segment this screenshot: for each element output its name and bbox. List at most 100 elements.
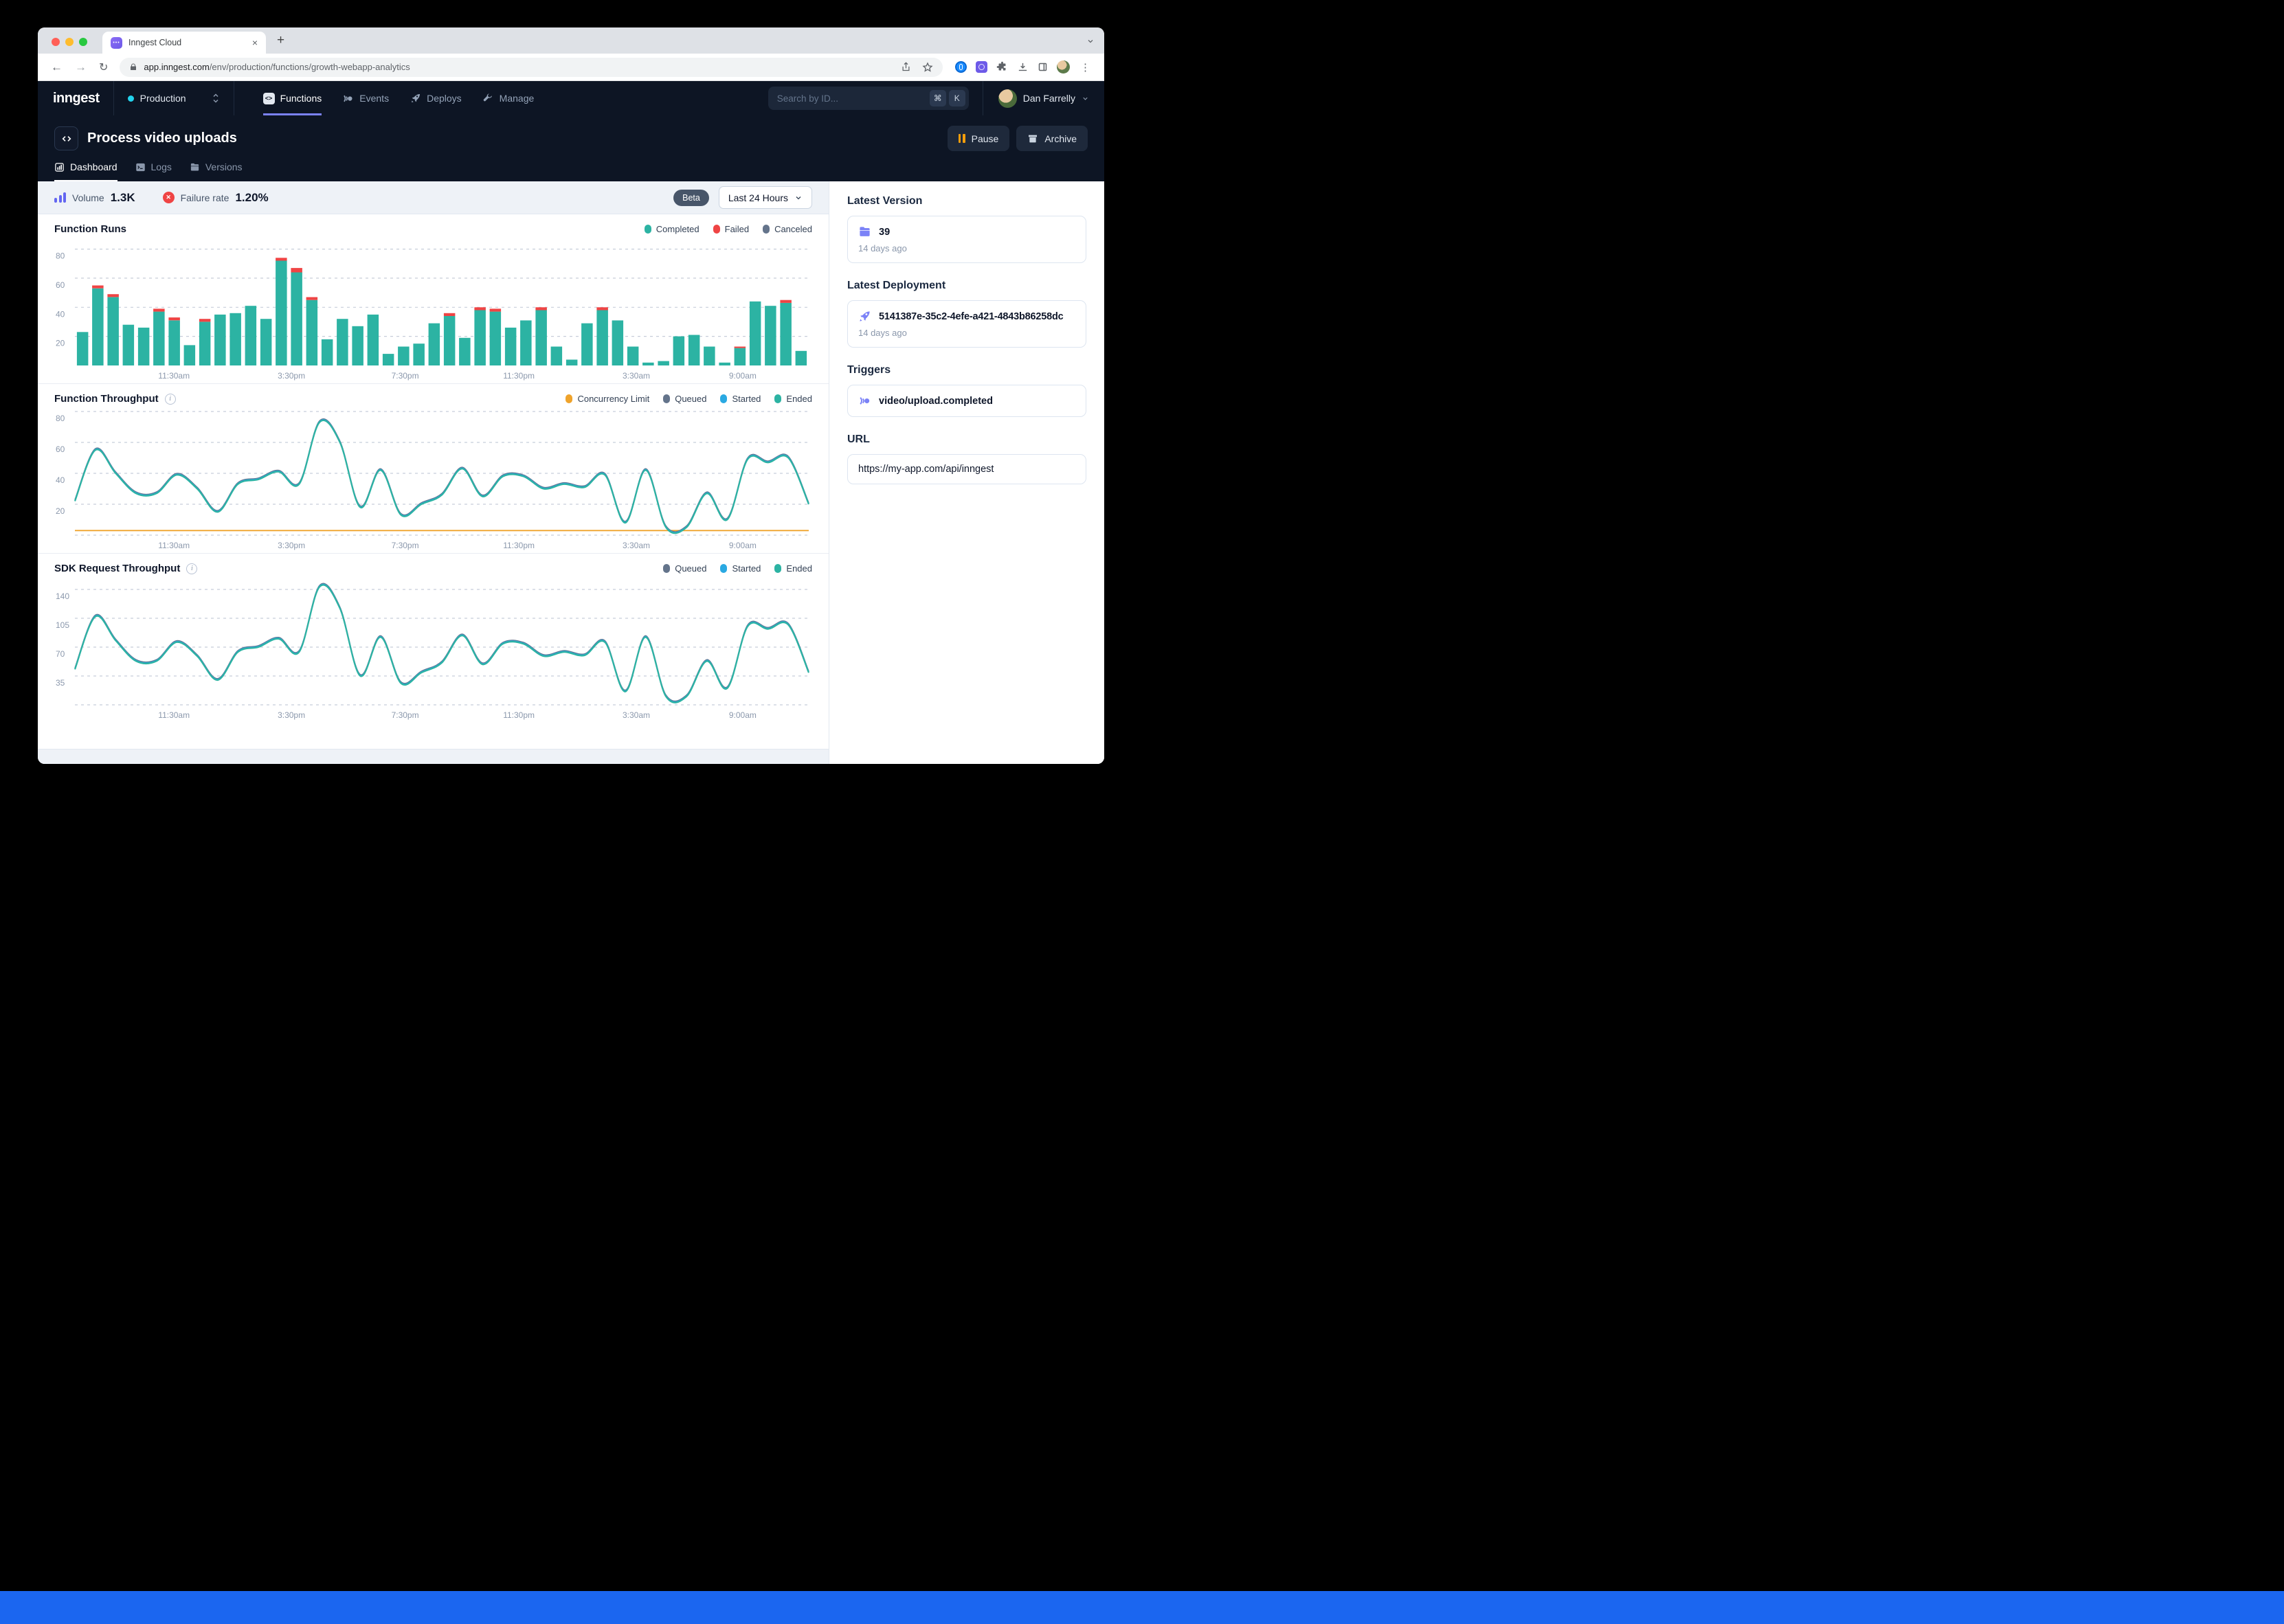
address-bar[interactable]: app.inngest.com/env/production/functions… — [120, 58, 943, 77]
folder-icon — [858, 225, 871, 238]
legend-ended: Ended — [774, 394, 812, 404]
svg-text:60: 60 — [56, 444, 65, 454]
tab-search-chevron-icon[interactable] — [1086, 37, 1095, 45]
back-icon[interactable]: ← — [46, 60, 67, 74]
svg-text:9:00am: 9:00am — [729, 541, 757, 550]
time-range-selector[interactable]: Last 24 Hours — [719, 186, 812, 209]
user-menu[interactable]: Dan Farrelly — [983, 81, 1104, 115]
browser-tab[interactable]: ••• Inngest Cloud × — [102, 32, 266, 54]
function-runs-chart: Function Runs CompletedFailedCanceled 20… — [38, 214, 829, 383]
sidebar-toggle-icon[interactable] — [1038, 62, 1048, 72]
browser-window: ••• Inngest Cloud × + ← → ↻ app.inngest.… — [38, 27, 1104, 764]
function-url: https://my-app.com/api/inngest — [858, 464, 994, 475]
legend-started: Started — [720, 563, 761, 574]
svg-text:35: 35 — [56, 678, 65, 688]
svg-text:11:30pm: 11:30pm — [503, 541, 535, 550]
volume-stat: Volume 1.3K — [54, 191, 135, 205]
tab-versions[interactable]: Versions — [190, 161, 243, 181]
latest-deployment-heading: Latest Deployment — [847, 280, 1086, 292]
user-menu-chevron-icon — [1082, 95, 1089, 102]
function-header: Process video uploads Pause Archive Dash… — [38, 115, 1104, 181]
k-key: K — [949, 90, 965, 106]
sdk-throughput-line-chart[interactable]: 357010514011:30am3:30pm7:30pm11:30pm3:30… — [54, 576, 813, 721]
latest-version-card[interactable]: 39 14 days ago — [847, 216, 1086, 263]
environment-selector[interactable]: Production — [128, 93, 220, 104]
legend-ended: Ended — [774, 563, 812, 574]
reload-icon[interactable]: ↻ — [94, 60, 113, 74]
beta-badge: Beta — [673, 190, 709, 206]
svg-text:11:30am: 11:30am — [158, 371, 190, 381]
pause-icon — [959, 134, 965, 143]
svg-text:3:30am: 3:30am — [623, 371, 650, 381]
svg-text:3:30pm: 3:30pm — [278, 371, 305, 381]
nav-item-events[interactable]: Events — [342, 81, 389, 115]
legend-canceled: Canceled — [763, 224, 812, 234]
search-placeholder: Search by ID... — [777, 93, 927, 104]
events-icon — [342, 93, 354, 104]
stats-bar: Volume 1.3K ✕ Failure rate 1.20% Beta La… — [38, 181, 829, 214]
nav-item-manage[interactable]: Manage — [482, 81, 535, 115]
svg-text:70: 70 — [56, 649, 65, 659]
svg-text:40: 40 — [56, 475, 65, 485]
svg-text:3:30pm: 3:30pm — [278, 541, 305, 550]
legend-queued: Queued — [663, 563, 706, 574]
close-window-button[interactable] — [52, 38, 60, 46]
download-icon[interactable] — [1017, 61, 1029, 73]
share-icon[interactable] — [901, 62, 911, 72]
function-throughput-chart: Function Throughput i Concurrency Limit Q… — [38, 383, 829, 553]
tab-close-icon[interactable]: × — [251, 36, 259, 49]
bookmark-star-icon[interactable] — [922, 62, 933, 73]
chart-title: Function Runs — [54, 223, 126, 235]
minimize-window-button[interactable] — [65, 38, 74, 46]
browser-menu-icon[interactable]: ⋮ — [1079, 61, 1090, 74]
latest-version-heading: Latest Version — [847, 195, 1086, 207]
legend-queued: Queued — [663, 394, 706, 404]
tab-title: Inngest Cloud — [128, 38, 245, 47]
latest-deployment-value: 5141387e-35c2-4efe-a421-4843b86258dc — [879, 311, 1064, 322]
legend-completed: Completed — [645, 224, 699, 234]
legend-started: Started — [720, 394, 761, 404]
info-icon[interactable]: i — [165, 394, 176, 405]
range-chevron-icon — [794, 194, 803, 202]
next-section-strip — [38, 749, 829, 764]
svg-text:3:30am: 3:30am — [623, 541, 650, 550]
info-icon[interactable]: i — [186, 563, 197, 574]
cmd-key: ⌘ — [930, 90, 946, 106]
forward-icon[interactable]: → — [70, 60, 91, 74]
environment-status-dot — [128, 95, 134, 102]
tab-dashboard[interactable]: Dashboard — [54, 161, 117, 181]
window-controls[interactable] — [52, 38, 87, 46]
latest-version-value: 39 — [879, 227, 890, 238]
trigger-card[interactable]: video/upload.completed — [847, 385, 1086, 417]
new-tab-button[interactable]: + — [277, 33, 284, 48]
url-heading: URL — [847, 433, 1086, 446]
tab-logs[interactable]: Logs — [135, 161, 172, 181]
svg-text:11:30pm: 11:30pm — [503, 371, 535, 381]
archive-button[interactable]: Archive — [1016, 126, 1088, 151]
browser-profile-avatar[interactable] — [1057, 60, 1070, 74]
browser-tab-strip: ••• Inngest Cloud × + — [38, 27, 1104, 54]
legend-concurrency-limit: Concurrency Limit — [566, 394, 649, 404]
password-manager-extension-icon[interactable] — [955, 61, 967, 73]
search-input[interactable]: Search by ID... ⌘ K — [768, 87, 969, 110]
svg-text:20: 20 — [56, 506, 65, 516]
function-details-sidebar: Latest Version 39 14 days ago Latest Dep… — [829, 181, 1104, 764]
nav-item-deploys[interactable]: Deploys — [410, 81, 462, 115]
app-navbar: inngest Production <> Functions — [38, 81, 1104, 115]
primary-nav: <> Functions Events Deploys — [263, 81, 535, 115]
url-card[interactable]: https://my-app.com/api/inngest — [847, 454, 1086, 484]
nav-item-functions[interactable]: <> Functions — [263, 81, 322, 115]
function-tabs: Dashboard Logs Versions — [54, 161, 1088, 181]
zoom-window-button[interactable] — [79, 38, 87, 46]
latest-deployment-card[interactable]: 5141387e-35c2-4efe-a421-4843b86258dc 14 … — [847, 300, 1086, 348]
event-trigger-icon — [858, 394, 871, 407]
chart-title: Function Throughput — [54, 393, 159, 405]
volume-bars-icon — [54, 192, 66, 203]
svg-text:11:30am: 11:30am — [158, 710, 190, 720]
inngest-logo[interactable]: inngest — [53, 91, 100, 106]
extensions-puzzle-icon[interactable] — [996, 61, 1008, 73]
pause-button[interactable]: Pause — [948, 126, 1010, 151]
purple-extension-icon[interactable] — [976, 61, 987, 73]
function-runs-bar-chart[interactable]: 2040608011:30am3:30pm7:30pm11:30pm3:30am… — [54, 236, 813, 382]
function-throughput-line-chart[interactable]: 2040608011:30am3:30pm7:30pm11:30pm3:30am… — [54, 406, 813, 552]
